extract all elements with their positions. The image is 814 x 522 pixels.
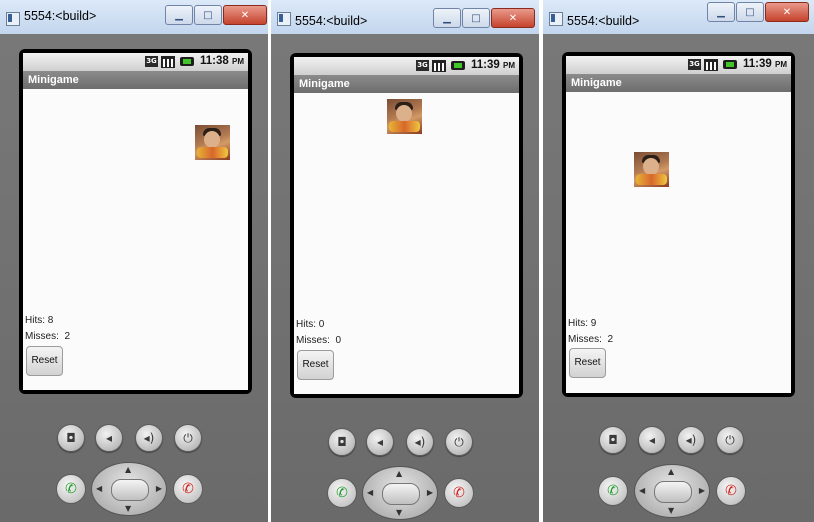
call-icon[interactable]: ✆ [598, 476, 628, 506]
volume-up-icon[interactable]: ◂) [135, 424, 163, 452]
minimize-button[interactable]: ▁ [433, 8, 461, 28]
emulator-window-2: 5554:<build> ▁ □ ✕ 3G 11:39 PM Minigame … [271, 0, 539, 522]
dpad[interactable]: ▲ ▼ ◀ ▶ [362, 466, 438, 520]
hits-label: Hits: 9 [568, 318, 597, 329]
window-titlebar[interactable]: 5554:<build> ▁ □ ✕ [271, 0, 539, 35]
status-bar: 3G 11:39 PM [566, 56, 791, 75]
status-bar: 3G 11:39 PM [294, 57, 519, 76]
camera-icon[interactable]: ◘ [328, 428, 356, 456]
window-titlebar[interactable]: 5554:<build> ▁ □ ✕ [543, 0, 814, 35]
close-button[interactable]: ✕ [765, 2, 809, 22]
end-call-icon[interactable]: ✆ [716, 476, 746, 506]
network-3g-icon: 3G [145, 56, 158, 67]
misses-label: Misses: 2 [568, 334, 614, 345]
maximize-button[interactable]: □ [736, 2, 764, 22]
power-icon[interactable]: ⏻ [445, 428, 473, 456]
window-title: 5554:<build> [295, 14, 368, 28]
battery-icon [451, 61, 465, 70]
network-3g-icon: 3G [416, 60, 429, 71]
phone-screen[interactable]: 3G 11:39 PM Minigame Hits: 9 Misses: 2 R… [566, 56, 791, 393]
window-title: 5554:<build> [567, 14, 640, 28]
network-3g-icon: 3G [688, 59, 701, 70]
signal-icon [161, 56, 175, 68]
end-call-icon[interactable]: ✆ [173, 474, 203, 504]
close-button[interactable]: ✕ [223, 5, 267, 25]
dpad-center-button[interactable] [654, 481, 692, 503]
power-icon[interactable]: ⏻ [716, 426, 744, 454]
misses-label: Misses: 0 [296, 335, 342, 346]
camera-icon[interactable]: ◘ [57, 424, 85, 452]
target-sprite[interactable] [387, 99, 422, 134]
dpad-center-button[interactable] [382, 483, 420, 505]
minimize-button[interactable]: ▁ [165, 5, 193, 25]
minimize-button[interactable]: ▁ [707, 2, 735, 22]
battery-icon [723, 60, 737, 69]
maximize-button[interactable]: □ [462, 8, 490, 28]
status-time: 11:39 PM [471, 59, 515, 71]
app-title-bar: Minigame [23, 71, 248, 89]
dpad[interactable]: ▲ ▼ ◀ ▶ [91, 462, 167, 516]
dpad[interactable]: ▲ ▼ ◀ ▶ [634, 464, 710, 518]
dpad-center-button[interactable] [111, 479, 149, 501]
reset-button[interactable]: Reset [569, 348, 606, 378]
volume-down-icon[interactable]: ◂ [638, 426, 666, 454]
close-button[interactable]: ✕ [491, 8, 535, 28]
volume-down-icon[interactable]: ◂ [95, 424, 123, 452]
target-sprite[interactable] [634, 152, 669, 187]
volume-down-icon[interactable]: ◂ [366, 428, 394, 456]
emulator-window-3: 5554:<build> ▁ □ ✕ 3G 11:39 PM Minigame … [543, 0, 814, 522]
window-title: 5554:<build> [24, 9, 97, 23]
end-call-icon[interactable]: ✆ [444, 478, 474, 508]
emulator-window-1: 5554:<build> ▁ □ ✕ 3G 11:38 PM Minigame … [0, 0, 268, 522]
power-icon[interactable]: ⏻ [174, 424, 202, 452]
window-titlebar[interactable]: 5554:<build> ▁ □ ✕ [0, 0, 268, 35]
hits-label: Hits: 0 [296, 319, 325, 330]
status-time: 11:38 PM [200, 55, 244, 67]
volume-up-icon[interactable]: ◂) [406, 428, 434, 456]
call-icon[interactable]: ✆ [327, 478, 357, 508]
maximize-button[interactable]: □ [194, 5, 222, 25]
status-time: 11:39 PM [743, 58, 787, 70]
window-icon [549, 12, 563, 26]
misses-label: Misses: 2 [25, 331, 71, 342]
volume-up-icon[interactable]: ◂) [677, 426, 705, 454]
target-sprite[interactable] [195, 125, 230, 160]
call-icon[interactable]: ✆ [56, 474, 86, 504]
app-title-bar: Minigame [294, 75, 519, 93]
signal-icon [432, 60, 446, 72]
app-title-bar: Minigame [566, 74, 791, 92]
battery-icon [180, 57, 194, 66]
phone-screen[interactable]: 3G 11:39 PM Minigame Hits: 0 Misses: 0 R… [294, 57, 519, 394]
status-bar: 3G 11:38 PM [23, 53, 248, 72]
window-icon [277, 12, 291, 26]
hits-label: Hits: 8 [25, 315, 54, 326]
reset-button[interactable]: Reset [26, 346, 63, 376]
reset-button[interactable]: Reset [297, 350, 334, 380]
window-icon [6, 12, 20, 26]
phone-screen[interactable]: 3G 11:38 PM Minigame Hits: 8 Misses: 2 R… [23, 53, 248, 390]
signal-icon [704, 59, 718, 71]
camera-icon[interactable]: ◘ [599, 426, 627, 454]
